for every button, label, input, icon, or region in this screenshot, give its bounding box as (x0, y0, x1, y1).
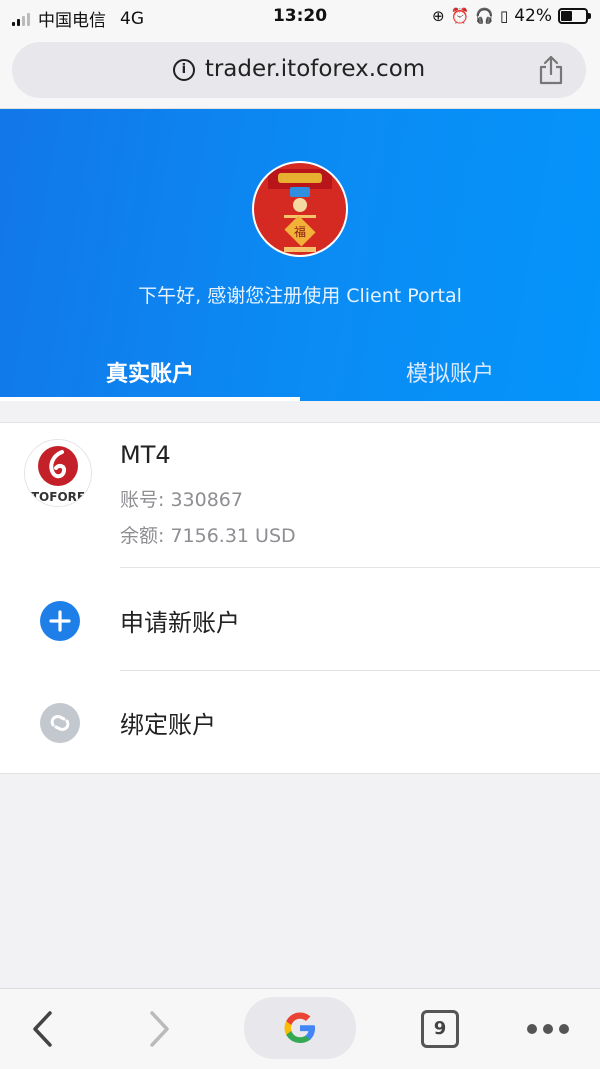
account-platform: MT4 (120, 441, 171, 469)
itoforex-logo: TOFORE (24, 439, 92, 507)
battery-percent: 42% (514, 6, 552, 26)
divider (120, 670, 600, 671)
headphones-icon: 🎧 (475, 7, 494, 25)
new-account-label: 申请新账户 (120, 609, 240, 637)
rotation-lock-icon: ⊕ (431, 7, 445, 25)
google-icon (284, 1012, 315, 1043)
forward-button[interactable] (138, 999, 182, 1059)
tab-demo-account[interactable]: 模拟账户 (300, 349, 600, 401)
browser-toolbar: 9 (0, 988, 600, 1069)
divider (120, 567, 600, 568)
tabs-button[interactable]: 9 (416, 999, 464, 1059)
tab-real-account[interactable]: 真实账户 (0, 349, 300, 401)
logo-text: TOFORE (31, 490, 85, 504)
plus-icon (40, 601, 80, 641)
status-bar: 中国电信 4G 13:20 ⊕ ⏰ 🎧 ▯ 42% (0, 0, 600, 34)
user-avatar[interactable]: 福 (252, 161, 348, 257)
google-search-button[interactable] (244, 997, 356, 1059)
address-bar[interactable]: i trader.itoforex.com (12, 42, 586, 98)
account-list: TOFORE MT4 账号: 330867 余额: 7156.31 USD 申请… (0, 422, 600, 774)
alarm-icon: ⏰ (450, 7, 470, 25)
browser-address-area: i trader.itoforex.com (0, 34, 600, 109)
chevron-right-icon (150, 1011, 169, 1047)
more-menu-button[interactable] (520, 999, 576, 1059)
account-number: 账号: 330867 (120, 489, 243, 511)
battery-small-icon: ▯ (499, 7, 509, 25)
tab-count: 9 (421, 1010, 459, 1048)
portal-header: 福 下午好, 感谢您注册使用 Client Portal 真实账户 模拟账户 (0, 109, 600, 401)
active-tab-indicator (0, 397, 300, 401)
url-text[interactable]: trader.itoforex.com (205, 56, 425, 82)
share-icon[interactable] (538, 55, 564, 85)
info-icon[interactable]: i (172, 59, 195, 81)
back-button[interactable] (20, 999, 64, 1059)
link-icon (40, 703, 80, 743)
account-balance: 余额: 7156.31 USD (120, 525, 296, 547)
more-icon (527, 1024, 569, 1034)
battery-icon (558, 8, 591, 24)
greeting-text: 下午好, 感谢您注册使用 Client Portal (138, 285, 462, 307)
svg-text:福: 福 (294, 224, 306, 239)
bind-account-label: 绑定账户 (120, 711, 216, 739)
chevron-left-icon (33, 1011, 52, 1047)
